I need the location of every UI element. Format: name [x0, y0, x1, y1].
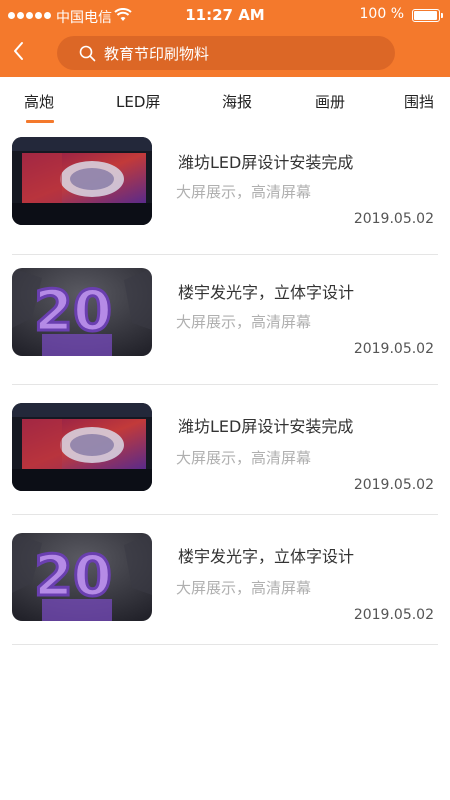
battery-level-fill — [414, 11, 437, 20]
item-title: 潍坊LED屏设计安装完成 — [178, 153, 354, 172]
neon-20-sign-thumbnail: 20 — [12, 268, 152, 356]
item-date: 2019.05.02 — [353, 607, 434, 623]
item-subtitle: 大屏展示，高清屏幕 — [176, 579, 312, 597]
neon-20-sign-thumbnail: 20 — [12, 533, 152, 621]
search-icon — [79, 45, 96, 62]
status-bar: 中国电信 11:27 AM 100 % — [0, 0, 450, 32]
battery-percentage: 100 % — [359, 6, 404, 22]
list-item[interactable]: 20 楼宇发光字，立体字设计 大屏展示，高清屏幕 2019.05.02 — [12, 255, 438, 385]
tab-hoarding[interactable]: 围挡 — [404, 91, 434, 112]
item-date: 2019.05.02 — [353, 477, 434, 493]
app-header: 中国电信 11:27 AM 100 % 教育节印刷物料 — [0, 0, 450, 77]
led-screen-thumbnail — [12, 403, 152, 491]
list-item[interactable]: 20 楼宇发光字，立体字设计 大屏展示，高清屏幕 2019.05.02 — [12, 515, 438, 645]
category-tabs: 高炮 LED屏 海报 画册 围挡 — [0, 77, 450, 125]
item-subtitle: 大屏展示，高清屏幕 — [176, 183, 312, 201]
tab-led-screen[interactable]: LED屏 — [116, 91, 160, 112]
back-button[interactable] — [6, 36, 32, 66]
active-tab-indicator — [26, 120, 54, 123]
list-item[interactable]: 潍坊LED屏设计安装完成 大屏展示，高清屏幕 2019.05.02 — [12, 385, 438, 515]
item-date: 2019.05.02 — [353, 341, 434, 357]
item-subtitle: 大屏展示，高清屏幕 — [176, 449, 312, 467]
tab-brochure[interactable]: 画册 — [315, 91, 345, 112]
search-query-text: 教育节印刷物料 — [104, 45, 210, 63]
tab-poster[interactable]: 海报 — [222, 91, 252, 112]
search-input[interactable]: 教育节印刷物料 — [57, 36, 395, 70]
chevron-left-icon — [14, 42, 23, 60]
tab-gaopao[interactable]: 高炮 — [24, 91, 54, 112]
led-screen-thumbnail — [12, 137, 152, 225]
list-item[interactable]: 潍坊LED屏设计安装完成 大屏展示，高清屏幕 2019.05.02 — [12, 125, 438, 255]
item-date: 2019.05.02 — [353, 211, 434, 227]
item-subtitle: 大屏展示，高清屏幕 — [176, 313, 312, 331]
item-title: 潍坊LED屏设计安装完成 — [178, 417, 354, 436]
item-title: 楼宇发光字，立体字设计 — [178, 547, 355, 566]
item-title: 楼宇发光字，立体字设计 — [178, 283, 355, 302]
battery-icon — [412, 9, 443, 22]
